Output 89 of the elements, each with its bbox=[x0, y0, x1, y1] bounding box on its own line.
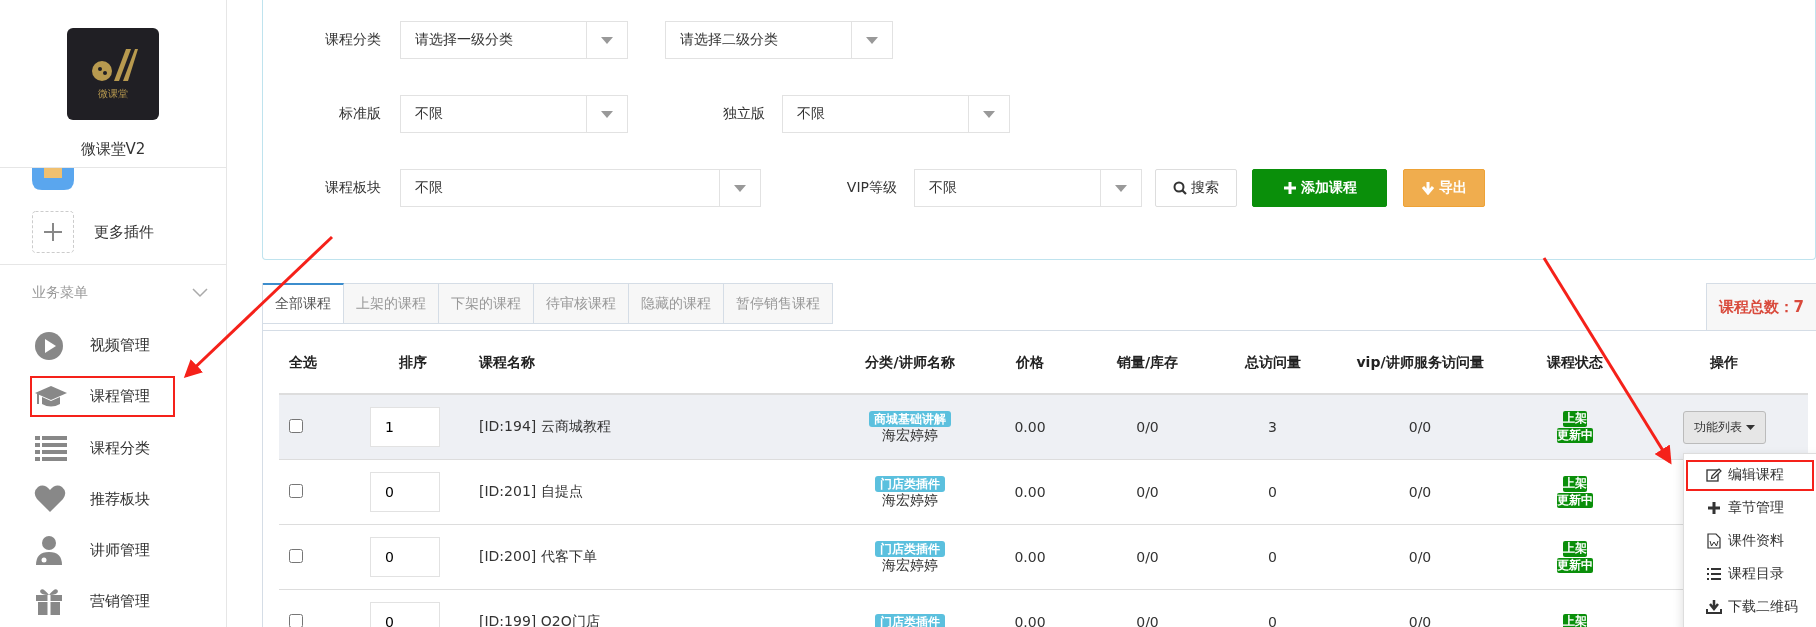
menu-item[interactable]: 章节管理 bbox=[1685, 492, 1814, 524]
sidebar-item[interactable]: 课程分类 bbox=[30, 427, 175, 469]
plus-icon bbox=[1282, 181, 1297, 195]
caret-down-icon bbox=[1115, 184, 1127, 192]
table-cell: 0.00 bbox=[1014, 614, 1046, 627]
app-name: 微课堂V2 bbox=[80, 140, 146, 159]
table-cell: 0 bbox=[1268, 614, 1277, 627]
plus-icon bbox=[1705, 500, 1722, 516]
teacher-name: 海宏婷婷 bbox=[881, 492, 939, 510]
order-input[interactable]: 0 bbox=[370, 602, 440, 627]
teacher-name: 海宏婷婷 bbox=[881, 557, 939, 575]
section-title: 业务菜单 bbox=[32, 283, 88, 302]
order-input[interactable]: 0 bbox=[370, 537, 440, 577]
sidebar-item[interactable]: 营销管理 bbox=[30, 580, 175, 622]
filter-label: VIP等级 bbox=[845, 179, 897, 197]
teacher-name: 海宏婷婷 bbox=[881, 427, 939, 445]
course-name: [ID:200] 代客下单 bbox=[479, 548, 597, 564]
status-badge: 更新中 bbox=[1557, 427, 1593, 444]
course-name: [ID:194] 云商城教程 bbox=[479, 418, 611, 434]
table-cell: 0.00 bbox=[1014, 419, 1046, 435]
category-badge: 门店类插件 bbox=[875, 540, 945, 558]
search-button[interactable]: 搜索 bbox=[1155, 169, 1237, 207]
caret-down-icon bbox=[601, 110, 613, 118]
status-badge: 更新中 bbox=[1557, 557, 1593, 574]
table-cell: 0.00 bbox=[1014, 549, 1046, 565]
table-cell: 0.00 bbox=[1014, 484, 1046, 500]
tab[interactable]: 全部课程 bbox=[263, 283, 344, 324]
course-name: [ID:199] O2O门店 bbox=[479, 613, 600, 627]
sidebar-item[interactable]: 推荐板块 bbox=[30, 478, 175, 520]
filter-label: 独立版 bbox=[722, 105, 765, 123]
sidebar-item[interactable]: 更多插件 bbox=[0, 200, 226, 266]
filter-label: 课程分类 bbox=[324, 31, 381, 49]
plus-icon bbox=[32, 211, 74, 254]
add-button[interactable]: 添加课程 bbox=[1252, 169, 1387, 207]
logo-text: 微课堂 bbox=[98, 87, 128, 101]
download-icon bbox=[1705, 599, 1722, 615]
filter-label: 课程板块 bbox=[324, 179, 381, 197]
sidebar-item[interactable]: 讲师管理 bbox=[30, 529, 175, 571]
list-icon bbox=[34, 433, 68, 463]
filter-label: 标准版 bbox=[338, 105, 381, 123]
order-input[interactable]: 1 bbox=[370, 407, 440, 447]
dropdown-field[interactable]: 不限 bbox=[782, 95, 1010, 133]
table-cell: 0 bbox=[1268, 549, 1277, 565]
table-cell: 0/0 bbox=[1408, 549, 1432, 565]
list-icon bbox=[1705, 566, 1722, 582]
sidebar-item[interactable]: 视频管理 bbox=[30, 325, 175, 367]
caret-down-icon bbox=[1745, 424, 1755, 430]
dropdown-field[interactable]: 不限 bbox=[400, 169, 761, 207]
action-list-button[interactable]: 功能列表 bbox=[1682, 410, 1766, 444]
search-icon bbox=[1173, 181, 1187, 195]
menu-item[interactable]: 课件资料 bbox=[1685, 525, 1814, 557]
status-badge: 上架 bbox=[1563, 540, 1587, 557]
table-cell: 3 bbox=[1268, 419, 1277, 435]
dropdown-field[interactable]: 不限 bbox=[400, 95, 628, 133]
table-cell: 0/0 bbox=[1408, 484, 1432, 500]
order-input[interactable]: 0 bbox=[370, 472, 440, 512]
caret-down-icon bbox=[983, 110, 995, 118]
status-badge: 更新中 bbox=[1557, 492, 1593, 509]
table-cell: 0/0 bbox=[1136, 419, 1159, 435]
menu-item[interactable]: 课程目录 bbox=[1685, 558, 1814, 590]
course-name: [ID:201] 自提点 bbox=[479, 483, 583, 499]
status-badge: 上架 bbox=[1563, 475, 1587, 492]
dropdown-field[interactable]: 不限 bbox=[914, 169, 1142, 207]
checkbox[interactable] bbox=[289, 483, 303, 498]
menu-item[interactable]: 编辑课程 bbox=[1685, 459, 1814, 491]
dropdown-field[interactable]: 请选择一级分类 bbox=[400, 21, 628, 59]
sidebar-item[interactable]: 课程管理 bbox=[30, 376, 175, 418]
table-cell: 0/0 bbox=[1408, 419, 1432, 435]
caret-down-icon bbox=[601, 36, 613, 44]
course-total: 课程总数：7 bbox=[1705, 283, 1816, 330]
caret-down-icon bbox=[866, 36, 878, 44]
arrow-down-icon bbox=[1421, 181, 1435, 195]
table-cell: 0/0 bbox=[1136, 549, 1159, 565]
caret-down-icon bbox=[734, 184, 746, 192]
category-badge: 门店类插件 bbox=[875, 475, 945, 493]
menu-item[interactable]: 下载二维码 bbox=[1685, 591, 1814, 623]
status-badge: 上架 bbox=[1563, 614, 1587, 627]
table-cell: 0/0 bbox=[1136, 484, 1159, 500]
status-badge: 上架 bbox=[1563, 410, 1587, 427]
app-icon bbox=[32, 167, 74, 190]
category-badge: 商城基础讲解 bbox=[869, 410, 951, 428]
table-cell: 0 bbox=[1268, 484, 1277, 500]
document-icon bbox=[1705, 533, 1722, 549]
checkbox[interactable] bbox=[289, 548, 303, 563]
checkbox[interactable] bbox=[289, 613, 303, 627]
heart-icon bbox=[34, 484, 68, 515]
checkbox[interactable] bbox=[289, 418, 303, 433]
edit-icon bbox=[1705, 467, 1722, 483]
dropdown-field[interactable]: 请选择二级分类 bbox=[665, 21, 893, 59]
